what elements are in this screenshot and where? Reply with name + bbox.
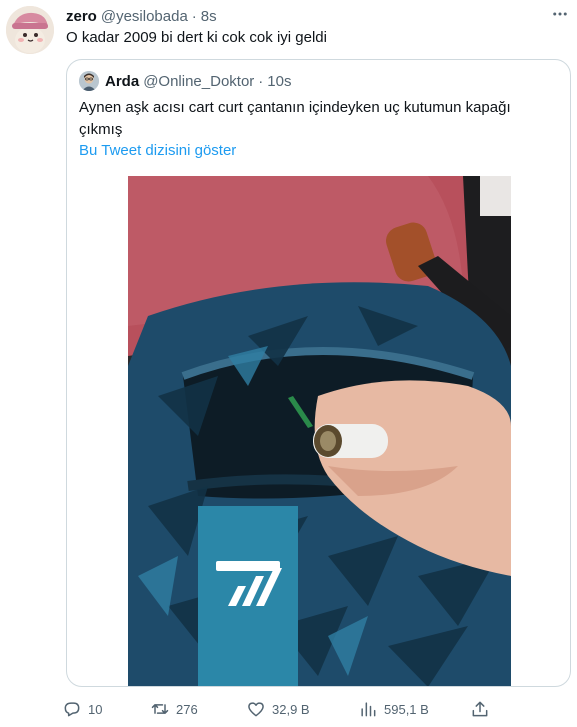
more-options-button[interactable] — [548, 4, 572, 24]
quoted-tweet[interactable]: Arda @Online_Doktor · 10s Aynen aşk acıs… — [66, 59, 571, 687]
reply-icon — [64, 702, 80, 717]
view-count: 595,1 B — [384, 701, 429, 717]
quoted-tweet-header: Arda @Online_Doktor · 10s — [79, 71, 291, 91]
quoted-separator-dot: · — [258, 72, 264, 90]
retweet-count: 276 — [176, 701, 198, 717]
retweet-icon — [151, 704, 169, 714]
quoted-author-avatar[interactable] — [79, 71, 99, 91]
share-button[interactable] — [470, 697, 490, 721]
author-handle[interactable]: @yesilobada — [101, 8, 188, 25]
more-dots-icon — [553, 12, 567, 16]
photo-icon — [128, 176, 511, 686]
tweet-actions: 10 276 32,9 B 595,1 B — [62, 697, 572, 721]
reply-button[interactable]: 10 — [62, 697, 102, 721]
views-button[interactable]: 595,1 B — [358, 697, 429, 721]
show-thread-link[interactable]: Bu Tweet dizisini göster — [79, 141, 236, 161]
like-count: 32,9 B — [272, 701, 310, 717]
reply-count: 10 — [88, 701, 103, 717]
tweet-header: zero @yesilobada · 8s — [66, 6, 217, 26]
separator-dot: · — [191, 7, 197, 25]
analytics-icon — [361, 702, 376, 717]
share-icon — [472, 701, 488, 717]
quoted-author-name[interactable]: Arda — [105, 73, 139, 90]
author-name[interactable]: zero — [66, 8, 97, 25]
heart-icon — [248, 702, 264, 717]
tweet-time[interactable]: 8s — [201, 8, 217, 25]
avatar-image — [6, 6, 54, 54]
like-button[interactable]: 32,9 B — [246, 697, 310, 721]
quoted-tweet-text: Aynen aşk acısı cart curt çantanın içind… — [79, 99, 511, 138]
tweet-text: O kadar 2009 bi dert ki cok cok iyi geld… — [66, 29, 327, 46]
retweet-button[interactable]: 276 — [150, 697, 198, 721]
quoted-tweet-time[interactable]: 10s — [267, 73, 291, 90]
quoted-avatar-image — [79, 71, 99, 91]
author-avatar[interactable] — [6, 6, 54, 54]
quoted-author-handle[interactable]: @Online_Doktor — [143, 73, 254, 90]
quoted-tweet-photo[interactable] — [128, 176, 511, 686]
tweet[interactable]: zero @yesilobada · 8s O kadar 2009 bi de… — [0, 0, 577, 727]
